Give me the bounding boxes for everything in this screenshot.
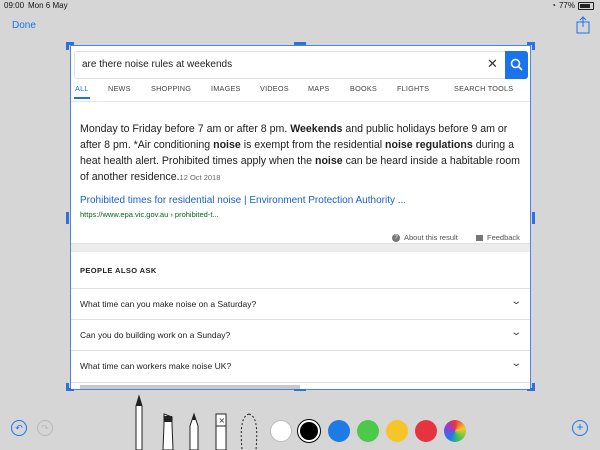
people-also-ask-list: What time can you make noise on a Saturd…: [71, 288, 530, 381]
feedback-label: Feedback: [487, 233, 520, 242]
pen-icon[interactable]: [131, 392, 147, 450]
search-button[interactable]: [505, 51, 528, 79]
search-tabs: ALL NEWS SHOPPING IMAGES VIDEOS MAPS BOO…: [71, 84, 530, 100]
snippet-text: Monday to Friday before 7 am or after 8 …: [80, 123, 520, 183]
battery-percent: 77%: [558, 1, 575, 10]
feedback-icon: [476, 234, 483, 241]
crop-handle-top[interactable]: [294, 42, 306, 45]
paa-item[interactable]: What time can you make noise on a Saturd…: [71, 288, 530, 319]
chevron-down-icon: ⌄: [509, 296, 522, 307]
result-title-link[interactable]: Prohibited times for residential noise |…: [80, 195, 406, 206]
paa-question: What time can workers make noise UK?: [80, 361, 232, 371]
snippet-date: 12 Oct 2018: [179, 173, 221, 182]
paa-item-partial: [71, 382, 530, 389]
add-button[interactable]: +: [572, 420, 588, 436]
color-white-swatch[interactable]: [270, 420, 292, 442]
crop-handle-bottom-right-v[interactable]: [532, 383, 535, 391]
redo-button[interactable]: ↷: [37, 420, 53, 436]
chevron-down-icon: ⌄: [509, 327, 522, 338]
result-url[interactable]: https://www.epa.vic.gov.au › prohibited-…: [80, 210, 219, 219]
tab-all[interactable]: ALL: [75, 84, 89, 93]
clear-icon[interactable]: ✕: [487, 56, 498, 72]
section-divider: [71, 244, 530, 252]
marker-icon[interactable]: [160, 412, 176, 450]
search-icon: [510, 58, 523, 71]
people-also-ask-title: PEOPLE ALSO ASK: [80, 266, 157, 275]
markup-toolbar: ↶ ↷ × +: [0, 392, 600, 450]
tab-videos[interactable]: VIDEOS: [260, 84, 289, 93]
color-blue-swatch[interactable]: [328, 420, 350, 442]
pencil-icon[interactable]: [187, 412, 201, 450]
search-query[interactable]: are there noise rules at weekends: [82, 59, 232, 70]
screenshot-content: are there noise rules at weekends ✕ ALL …: [71, 46, 530, 389]
crop-handle-bottom-left-v[interactable]: [66, 383, 69, 391]
paa-question: What time can you make noise on a Saturd…: [80, 299, 257, 309]
crop-handle-top-left-v[interactable]: [66, 42, 69, 50]
eraser-icon[interactable]: ×: [214, 412, 228, 450]
color-yellow-swatch[interactable]: [386, 420, 408, 442]
about-this-result[interactable]: ? About this result: [392, 233, 458, 242]
tab-books[interactable]: BOOKS: [350, 84, 377, 93]
undo-button[interactable]: ↶: [11, 420, 27, 436]
paa-item[interactable]: What time can workers make noise UK? ⌄: [71, 350, 530, 381]
featured-snippet: Monday to Friday before 7 am or after 8 …: [71, 103, 530, 244]
done-button[interactable]: Done: [12, 20, 36, 31]
search-bar[interactable]: are there noise rules at weekends ✕: [74, 51, 528, 79]
paa-question: Can you do building work on a Sunday?: [80, 330, 231, 340]
color-picker-icon[interactable]: [444, 420, 466, 442]
wifi-icon: ◔: [551, 1, 556, 10]
tabs-divider: [71, 101, 530, 102]
paa-item[interactable]: Can you do building work on a Sunday? ⌄: [71, 319, 530, 350]
tab-news[interactable]: NEWS: [108, 84, 131, 93]
status-date: Mon 6 May: [28, 1, 68, 10]
crop-handle-top-right-v[interactable]: [532, 42, 535, 50]
tab-shopping[interactable]: SHOPPING: [151, 84, 191, 93]
status-bar: 09:00 Mon 6 May ◔ 77%: [0, 0, 600, 12]
status-right: ◔ 77%: [551, 1, 594, 10]
tab-maps[interactable]: MAPS: [308, 84, 329, 93]
crop-handle-left[interactable]: [66, 212, 69, 224]
paa-question-cropped: [80, 385, 300, 389]
feedback-link[interactable]: Feedback: [476, 233, 520, 242]
svg-text:×: ×: [219, 416, 226, 425]
tab-images[interactable]: IMAGES: [211, 84, 241, 93]
battery-icon: [578, 1, 594, 10]
tab-flights[interactable]: FLIGHTS: [397, 84, 429, 93]
status-time: 09:00: [4, 1, 25, 10]
active-tab-indicator: [74, 97, 90, 99]
crop-handle-right[interactable]: [532, 212, 535, 224]
help-icon: ?: [392, 233, 400, 242]
about-label: About this result: [404, 233, 458, 242]
color-black-swatch[interactable]: [298, 420, 320, 442]
tab-search-tools[interactable]: SEARCH TOOLS: [454, 84, 513, 93]
color-green-swatch[interactable]: [357, 420, 379, 442]
chevron-down-icon: ⌄: [509, 358, 522, 369]
share-icon[interactable]: [576, 16, 590, 34]
lasso-icon[interactable]: [238, 412, 260, 450]
color-red-swatch[interactable]: [415, 420, 437, 442]
